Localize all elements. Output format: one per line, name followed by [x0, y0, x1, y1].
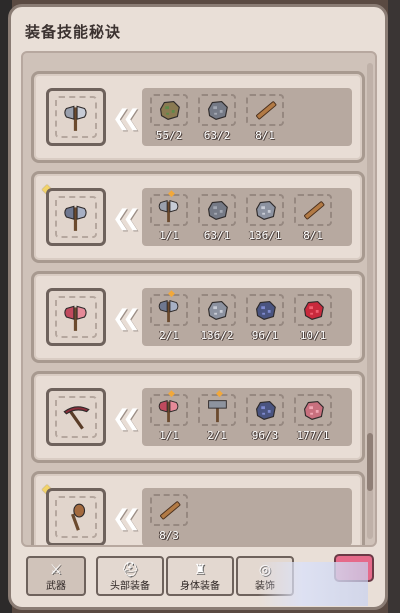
material-count: 96/1: [251, 329, 279, 342]
material-slot[interactable]: 96/3: [244, 392, 286, 442]
double-left-arrow-icon: ❮❮: [112, 206, 141, 231]
weapon-tab-icon: ⚔: [49, 562, 63, 578]
material-count: 1/1: [159, 429, 179, 442]
material-count: 8/1: [303, 229, 323, 242]
materials-tray: ◆ 1/1 ◆ 2/1 96/3 177/1: [142, 388, 352, 446]
material-slot[interactable]: ◆ 2/1: [196, 389, 238, 442]
pink-ore-icon: [294, 394, 332, 426]
mossy-ore-icon: [150, 94, 188, 126]
recipe-row[interactable]: ◆ ❮❮ ◆ 1/1 63/1 136/1 8/1: [31, 171, 365, 263]
material-slot[interactable]: 8/3: [148, 492, 190, 542]
double-left-arrow-icon: ❮❮: [112, 406, 141, 431]
sapphire-ore-icon: [246, 394, 284, 426]
armor-tab-icon: ♜: [193, 562, 207, 578]
iron-ore-icon: [198, 194, 236, 226]
double-left-arrow-icon: ❮❮: [112, 506, 141, 531]
mini-star-icon: ◆: [168, 189, 175, 199]
battle-axe-red-icon: [55, 296, 97, 338]
material-count: 96/3: [251, 429, 279, 442]
material-count: 10/1: [299, 329, 327, 342]
material-slot[interactable]: 177/1: [292, 392, 334, 442]
material-count: 2/1: [207, 429, 227, 442]
material-count: 2/1: [159, 329, 179, 342]
material-slot[interactable]: 8/1: [292, 192, 334, 242]
mini-star-icon: ◆: [168, 389, 175, 399]
wooden-club-icon: [55, 496, 97, 538]
battle-axe-grey-icon: [55, 96, 97, 138]
wood-stick-icon: [150, 494, 188, 526]
wood-stick-icon: [246, 94, 284, 126]
silver-ore-icon: [246, 194, 284, 226]
materials-tray: ◆ 1/1 63/1 136/1 8/1: [142, 188, 352, 246]
tab-head-gear[interactable]: ⛑ 头部装备: [96, 556, 164, 596]
silver-ore-icon: [198, 294, 236, 326]
recipe-row[interactable]: ◆ ❮❮ 8/3: [31, 471, 365, 545]
material-slot[interactable]: 63/2: [196, 92, 238, 142]
material-slot[interactable]: ◆ 1/1: [148, 189, 190, 242]
materials-tray: 8/3: [142, 488, 352, 545]
watermark-overlay: [258, 562, 368, 606]
background-right: [388, 0, 400, 613]
material-slot[interactable]: 63/1: [196, 192, 238, 242]
material-slot[interactable]: ◆ 2/1: [148, 289, 190, 342]
craft-target-slot[interactable]: [46, 188, 106, 246]
recipe-row[interactable]: ❮❮ ◆ 2/1 136/2 96/1 10/1: [31, 271, 365, 363]
material-count: 136/2: [200, 329, 234, 342]
material-slot[interactable]: 136/1: [244, 192, 286, 242]
material-count: 55/2: [155, 129, 183, 142]
material-slot[interactable]: ◆ 1/1: [148, 389, 190, 442]
sapphire-ore-icon: [246, 294, 284, 326]
pickaxe-icon: [55, 396, 97, 438]
recipe-list[interactable]: ❮❮ 55/2 63/2 8/1 ◆ ❮❮ ◆ 1/1 63/1 136/1 8/1…: [21, 51, 377, 547]
craft-target-slot[interactable]: [46, 488, 106, 545]
materials-tray: ◆ 2/1 136/2 96/1 10/1: [142, 288, 352, 346]
material-slot[interactable]: 10/1: [292, 292, 334, 342]
mini-star-icon: ◆: [168, 289, 175, 299]
helmet-tab-icon: ⛑: [121, 562, 139, 578]
recipe-row[interactable]: ❮❮ ◆ 1/1 ◆ 2/1 96/3 177/1: [31, 371, 365, 463]
scrollbar-thumb[interactable]: [367, 433, 373, 491]
craft-target-slot[interactable]: [46, 288, 106, 346]
recipe-row[interactable]: ❮❮ 55/2 63/2 8/1: [31, 71, 365, 163]
materials-tray: 55/2 63/2 8/1: [142, 88, 352, 146]
material-count: 63/2: [203, 129, 231, 142]
material-count: 177/1: [296, 429, 330, 442]
material-slot[interactable]: 8/1: [244, 92, 286, 142]
material-count: 1/1: [159, 229, 179, 242]
tab-label: 武器: [46, 581, 66, 592]
wood-stick-icon: [294, 194, 332, 226]
material-count: 136/1: [248, 229, 282, 242]
tab-label: 身体装备: [180, 581, 220, 592]
tab-label: 头部装备: [110, 581, 150, 592]
material-slot[interactable]: 55/2: [148, 92, 190, 142]
material-count: 8/1: [255, 129, 275, 142]
recipe-panel: 装备技能秘诀 ❮❮ 55/2 63/2 8/1 ◆ ❮❮ ◆ 1/1 63/1 13…: [8, 4, 388, 610]
material-slot[interactable]: 96/1: [244, 292, 286, 342]
tab-weapon[interactable]: ⚔ 武器: [26, 556, 86, 596]
material-count: 63/1: [203, 229, 231, 242]
material-count: 8/3: [159, 529, 179, 542]
craft-target-slot[interactable]: [46, 88, 106, 146]
mini-star-icon: ◆: [216, 389, 223, 399]
double-left-arrow-icon: ❮❮: [112, 106, 141, 131]
material-slot[interactable]: 136/2: [196, 292, 238, 342]
ruby-ore-icon: [294, 294, 332, 326]
iron-ore-icon: [198, 94, 236, 126]
craft-target-slot[interactable]: [46, 388, 106, 446]
double-left-arrow-icon: ❮❮: [112, 306, 141, 331]
panel-title: 装备技能秘诀: [25, 23, 122, 41]
battle-axe-steel-icon: [55, 196, 97, 238]
scrollbar-track[interactable]: [367, 63, 373, 539]
tab-body-gear[interactable]: ♜ 身体装备: [166, 556, 234, 596]
